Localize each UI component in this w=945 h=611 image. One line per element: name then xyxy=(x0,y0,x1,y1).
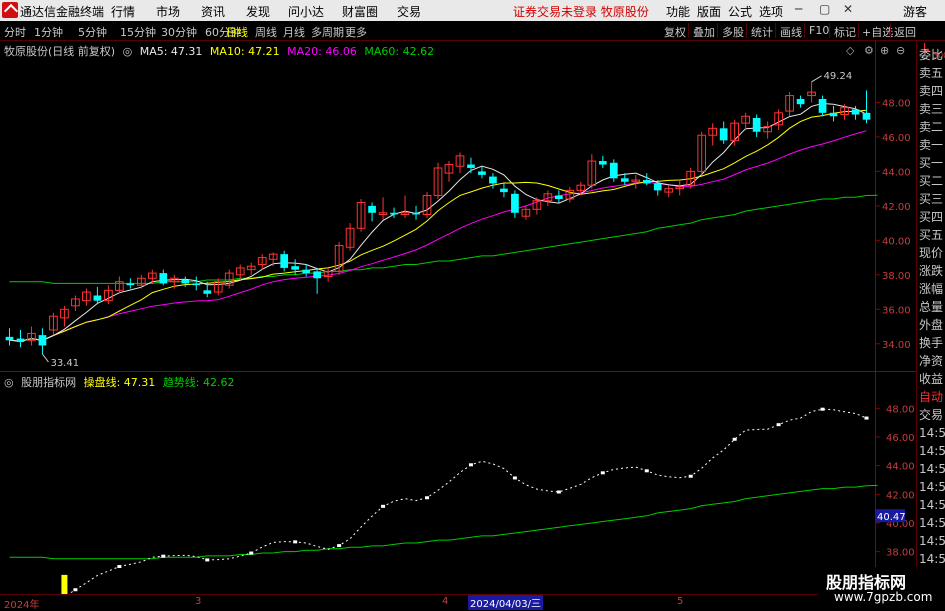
watermark-url: www.7gpzb.com xyxy=(834,590,933,604)
trend-line-label: 趋势线: 42.62 xyxy=(162,376,235,389)
sidebar-item: 换手 xyxy=(919,336,944,350)
sidebar-item: 卖五 xyxy=(919,66,944,80)
settings-icon[interactable]: ⚙ xyxy=(864,44,874,57)
sidebar-item: 委比 xyxy=(919,48,944,62)
watermark: 股朋指标网 www.7gpzb.com xyxy=(818,567,945,609)
zoom-out-icon[interactable]: ⊖ xyxy=(896,44,905,57)
sidebar-item[interactable]: 自动 xyxy=(919,388,945,406)
sidebar-item: 涨跌 xyxy=(919,264,944,278)
ma10-label: MA10: 47.21 xyxy=(209,45,280,58)
sidebar-item: 14:56 xyxy=(919,534,945,548)
sidebar-item: 涨幅 xyxy=(919,282,944,296)
sidebar-item: 现价 xyxy=(919,246,944,260)
sidebar-item: 14:56 xyxy=(919,444,945,458)
cursor-date: 2024/04/03/三 xyxy=(468,595,544,610)
sidebar-item: 收益 xyxy=(919,372,944,386)
legend-toggle-icon[interactable]: ◎ xyxy=(123,45,133,58)
sidebar-item: 14:56 xyxy=(919,498,945,512)
zoom-in-icon[interactable]: ⊕ xyxy=(880,44,889,57)
sidebar-item: 14:56 xyxy=(919,480,945,494)
sidebar-item: 买二 xyxy=(919,174,944,188)
sidebar-item: 总量 xyxy=(919,300,944,314)
axis-tick: 4 xyxy=(442,596,449,607)
sidebar-item: 买五 xyxy=(919,228,944,242)
stock-name: 牧原股份(日线 前复权) xyxy=(4,45,116,58)
sidebar-item: 14:56 xyxy=(919,426,945,440)
sidebar-item: 卖二 xyxy=(919,120,944,134)
sidebar-item: 买四 xyxy=(919,210,944,224)
sidebar-list: 委比卖五卖四卖三卖二卖一买一买二买三买四买五现价涨跌涨幅总量外盘换手净资收益自动… xyxy=(919,46,945,594)
sidebar-item[interactable]: 交易 xyxy=(919,406,945,424)
indicator-legend: ◎ 股朋指标网 操盘线: 47.31 趋势线: 42.62 xyxy=(4,374,239,390)
quote-sidebar: L 300 委比卖五卖四卖三卖二卖一买一买二买三买四买五现价涨跌涨幅总量外盘换手… xyxy=(916,41,945,594)
sidebar-item: 卖一 xyxy=(919,138,944,152)
legend-toggle-icon[interactable]: ◎ xyxy=(4,376,14,389)
ma20-label: MA20: 46.06 xyxy=(287,45,357,58)
axis-tick: 5 xyxy=(677,596,684,607)
kline-panel[interactable]: 牧原股份(日线 前复权) ◎ MA5: 47.31 MA10: 47.21 MA… xyxy=(0,41,916,371)
indicator-panel[interactable]: ◎ 股朋指标网 操盘线: 47.31 趋势线: 42.62 xyxy=(0,372,916,594)
diamond-icon[interactable]: ◇ xyxy=(846,44,854,57)
ma60-label: MA60: 42.62 xyxy=(364,45,435,58)
date-axis: 2024年 3 4 2024/04/03/三 5 xyxy=(0,594,945,611)
sidebar-item: 卖三 xyxy=(919,102,944,116)
sidebar-item: 买一 xyxy=(919,156,944,170)
sidebar-item: 卖四 xyxy=(919,84,944,98)
sidebar-item: 买三 xyxy=(919,192,944,206)
sidebar-item: 14:56 xyxy=(919,516,945,530)
operate-line-label: 操盘线: 47.31 xyxy=(83,376,156,389)
indicator-name: 股朋指标网 xyxy=(21,376,77,389)
sidebar-item: 14:56 xyxy=(919,462,945,476)
sidebar-item: 14:56 xyxy=(919,552,945,566)
ma5-label: MA5: 47.31 xyxy=(139,45,203,58)
axis-tick: 3 xyxy=(195,596,202,607)
sidebar-item: 外盘 xyxy=(919,318,944,332)
ma-legend: 牧原股份(日线 前复权) ◎ MA5: 47.31 MA10: 47.21 MA… xyxy=(4,43,438,59)
sidebar-item: 净资 xyxy=(919,354,944,368)
